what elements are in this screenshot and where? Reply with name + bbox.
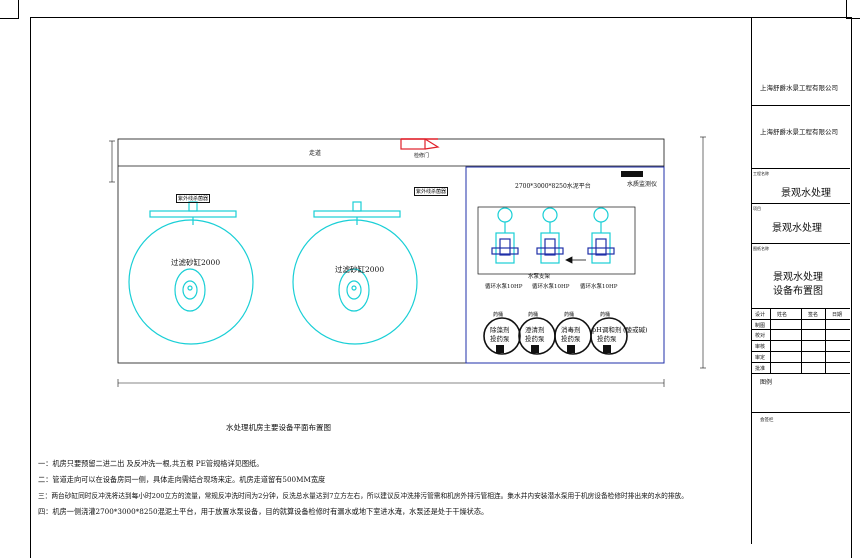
circulation-pump-1	[491, 207, 519, 264]
drawing-caption: 水处理机房主要设备平面布置图	[226, 423, 331, 432]
tank-top-label-3: 药桶	[564, 312, 575, 318]
note-2: 二：管道走向可以在设备房同一侧，具体走向需结合现场来定。机房走道留有500MM宽…	[38, 475, 326, 484]
note-3: 三：两台砂缸同时反冲洗将达到每小时200立方的流量，常规反冲洗时间为2分钟，反洗…	[38, 492, 688, 500]
dosing-pump-2	[531, 345, 539, 353]
corridor-label: 走道	[309, 150, 322, 157]
room-outline	[117, 138, 665, 364]
uv-sterilizer-label-2: 紫外线杀菌器	[414, 187, 449, 196]
pump-group-label: 水泵支架	[528, 274, 551, 280]
water-quality-monitor	[621, 171, 643, 177]
pump-label-1: 循环水泵10HP	[485, 284, 523, 290]
sand-filter-1	[128, 201, 254, 345]
pump-label-2: 循环水泵10HP	[532, 284, 570, 290]
dosing-pump-3	[567, 345, 575, 353]
dosing-pump-4	[603, 345, 611, 353]
tank-3-label-b: 投药泵	[561, 335, 581, 343]
tank-top-label-2: 药桶	[528, 312, 539, 318]
tank-2-label-b: 投药泵	[525, 335, 545, 343]
circulation-pump-2	[536, 207, 564, 264]
tank-top-label-1: 药桶	[493, 312, 504, 318]
dosing-pump-1	[496, 345, 504, 353]
note-4: 四：机房一侧浇灌2700*3000*8250混泥土平台，用于放置水泵设备，目的就…	[38, 507, 489, 516]
acid-alkali-label: (酸或碱)	[623, 326, 648, 334]
door-symbol	[400, 138, 440, 150]
platform-label: 2700*3000*8250水泥平台	[515, 183, 591, 190]
filter-2-label: 过滤砂缸2000	[335, 265, 385, 274]
uv-sterilizer-label-1: 紫外线杀菌器	[176, 194, 211, 203]
tank-1-label-b: 投药泵	[490, 335, 510, 343]
tank-4-label-b: 投药泵	[597, 335, 617, 343]
flow-arrow	[565, 256, 586, 264]
note-1: 一：机房只要预留二进二出 及反冲洗一根,共五根 PE管规格详见图纸。	[38, 459, 264, 468]
pump-label-3: 循环水泵10HP	[580, 284, 618, 290]
circulation-pump-3	[587, 207, 615, 264]
door-label: 检修门	[414, 153, 430, 159]
monitor-label: 水质监测仪	[627, 181, 658, 188]
tank-top-label-4: 药桶	[600, 312, 611, 318]
filter-1-label: 过滤砂缸2000	[171, 258, 221, 267]
